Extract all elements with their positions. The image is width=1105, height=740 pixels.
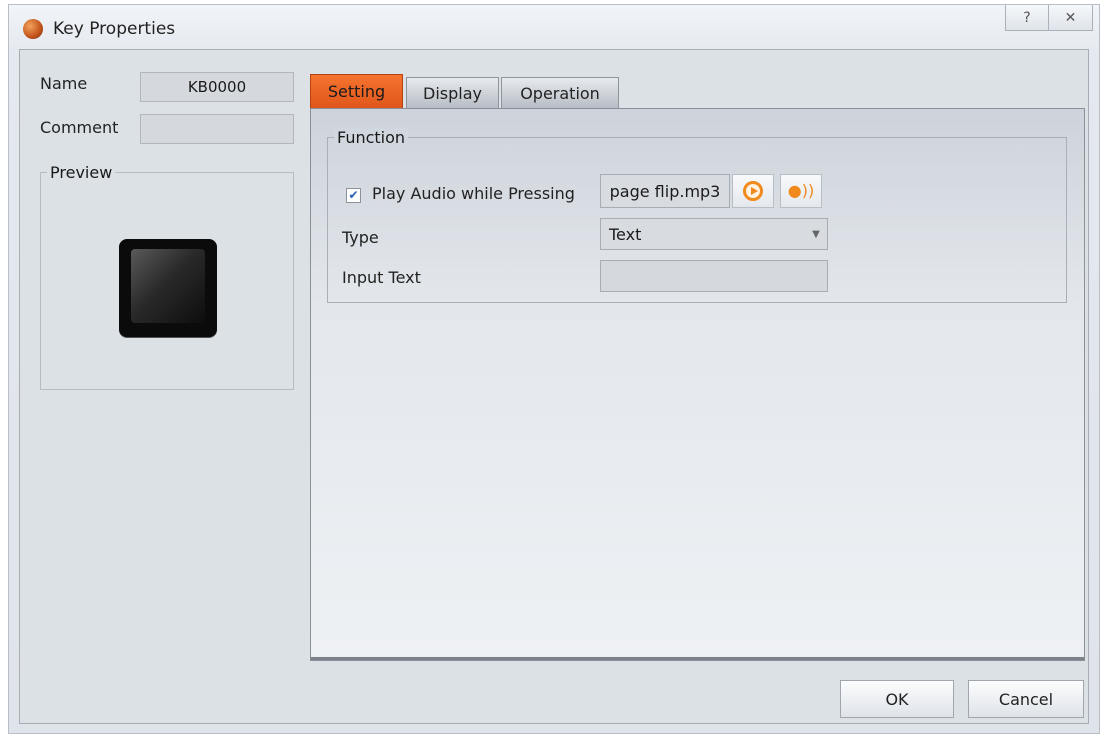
ok-button[interactable]: OK bbox=[840, 680, 954, 718]
type-select-value: Text bbox=[609, 224, 642, 244]
type-label: Type bbox=[342, 228, 379, 247]
chevron-down-icon[interactable]: ▼ bbox=[805, 219, 827, 249]
key-preview-face bbox=[131, 249, 205, 323]
audio-file-field[interactable]: page flip.mp3 bbox=[600, 174, 730, 208]
play-icon bbox=[743, 181, 763, 201]
checkmark-icon: ✔ bbox=[348, 188, 359, 202]
help-icon: ? bbox=[1023, 9, 1031, 26]
play-audio-button[interactable] bbox=[732, 174, 774, 208]
preview-group: Preview bbox=[40, 163, 294, 390]
close-icon: ✕ bbox=[1064, 9, 1077, 26]
speaker-icon: ●)) bbox=[787, 181, 815, 200]
input-text-label: Input Text bbox=[342, 268, 421, 287]
key-properties-dialog: Key Properties ? ✕ Name KB0000 Comment P… bbox=[8, 4, 1100, 734]
comment-field[interactable] bbox=[140, 114, 294, 144]
input-text-field[interactable] bbox=[600, 260, 828, 292]
help-button[interactable]: ? bbox=[1005, 5, 1049, 31]
tab-operation[interactable]: Operation bbox=[501, 77, 619, 108]
tab-setting[interactable]: Setting bbox=[310, 74, 403, 108]
play-audio-checkbox[interactable]: ✔ bbox=[346, 188, 361, 203]
setting-tab-panel: Function ✔ Play Audio while Pressing pag… bbox=[310, 108, 1085, 661]
name-label: Name bbox=[40, 74, 88, 93]
name-field[interactable]: KB0000 bbox=[140, 72, 294, 102]
comment-label: Comment bbox=[40, 118, 119, 137]
window-title: Key Properties bbox=[53, 19, 176, 39]
close-button[interactable]: ✕ bbox=[1049, 5, 1093, 31]
type-select[interactable]: Text ▼ bbox=[600, 218, 828, 250]
dialog-body: Name KB0000 Comment Preview Setting Disp… bbox=[19, 49, 1089, 724]
title-bar: Key Properties ? ✕ bbox=[9, 5, 1099, 49]
app-icon bbox=[23, 19, 43, 39]
title-bar-buttons: ? ✕ bbox=[1005, 5, 1093, 31]
tab-display[interactable]: Display bbox=[406, 77, 499, 108]
audio-settings-button[interactable]: ●)) bbox=[780, 174, 822, 208]
function-label: Function bbox=[334, 128, 409, 147]
key-preview bbox=[119, 239, 217, 337]
cancel-button[interactable]: Cancel bbox=[968, 680, 1084, 718]
function-group: Function ✔ Play Audio while Pressing pag… bbox=[327, 128, 1067, 303]
preview-label: Preview bbox=[47, 163, 116, 182]
play-audio-label: Play Audio while Pressing bbox=[372, 184, 575, 203]
